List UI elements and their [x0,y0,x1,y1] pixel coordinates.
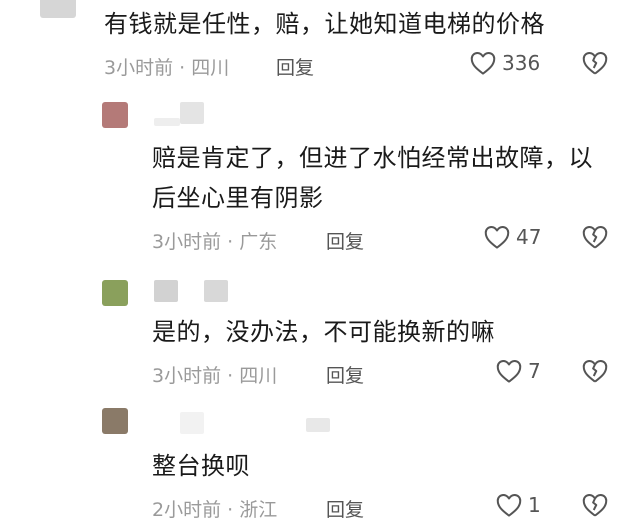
comment-text: 整台换呗 [152,452,250,480]
avatar[interactable] [102,280,128,306]
avatar[interactable] [40,0,76,18]
username-redacted [306,418,330,432]
heart-outline-icon [484,226,510,249]
avatar[interactable] [102,102,128,128]
username-redacted [204,280,228,302]
comment-meta: 3小时前 · 广东 [152,227,277,254]
username-redacted [154,118,180,126]
comment-time: 3小时前 [152,365,222,387]
meta-separator: · [221,499,240,521]
username-redacted[interactable] [180,412,204,434]
comment-location: 浙江 [239,499,278,521]
comment-text: 是的，没办法，不可能换新的嘛 [152,318,495,346]
heart-outline-icon [496,360,522,383]
comment-text: 有钱就是任性，赔，让她知道电梯的价格 [104,10,545,38]
meta-separator: · [221,231,240,253]
comment-time: 3小时前 [104,57,174,79]
username-redacted[interactable] [154,280,178,302]
reply-button[interactable]: 回复 [276,53,314,80]
like-button[interactable]: 7 [494,356,541,386]
like-count: 7 [528,359,541,383]
comment-location: 四川 [239,365,278,387]
like-count: 47 [516,225,542,249]
comment-location: 四川 [191,57,230,79]
comment-meta: 2小时前 · 浙江 [152,495,277,522]
meta-separator: · [221,365,240,387]
broken-heart-icon[interactable] [580,222,610,252]
reply-button[interactable]: 回复 [326,227,364,254]
like-button[interactable]: 336 [468,48,540,78]
like-count: 336 [502,51,541,75]
broken-heart-icon[interactable] [580,356,610,386]
broken-heart-icon[interactable] [580,48,610,78]
comment-meta: 3小时前 · 四川 [104,53,229,80]
heart-outline-icon [470,52,496,75]
comment-time: 2小时前 [152,499,222,521]
comment-time: 3小时前 [152,231,222,253]
comment-text-line-1: 赔是肯定了，但进了水怕经常出故障，以 [152,144,593,172]
comment-text-line-2: 后坐心里有阴影 [152,184,324,212]
like-button[interactable]: 47 [482,222,541,252]
broken-heart-icon[interactable] [580,490,610,520]
like-count: 1 [528,493,541,517]
comment-location: 广东 [239,231,278,253]
comment-meta: 3小时前 · 四川 [152,361,277,388]
reply-button[interactable]: 回复 [326,495,364,522]
avatar[interactable] [102,408,128,434]
username-redacted[interactable] [180,102,204,124]
like-button[interactable]: 1 [494,490,541,520]
reply-button[interactable]: 回复 [326,361,364,388]
heart-outline-icon [496,494,522,517]
meta-separator: · [173,57,192,79]
